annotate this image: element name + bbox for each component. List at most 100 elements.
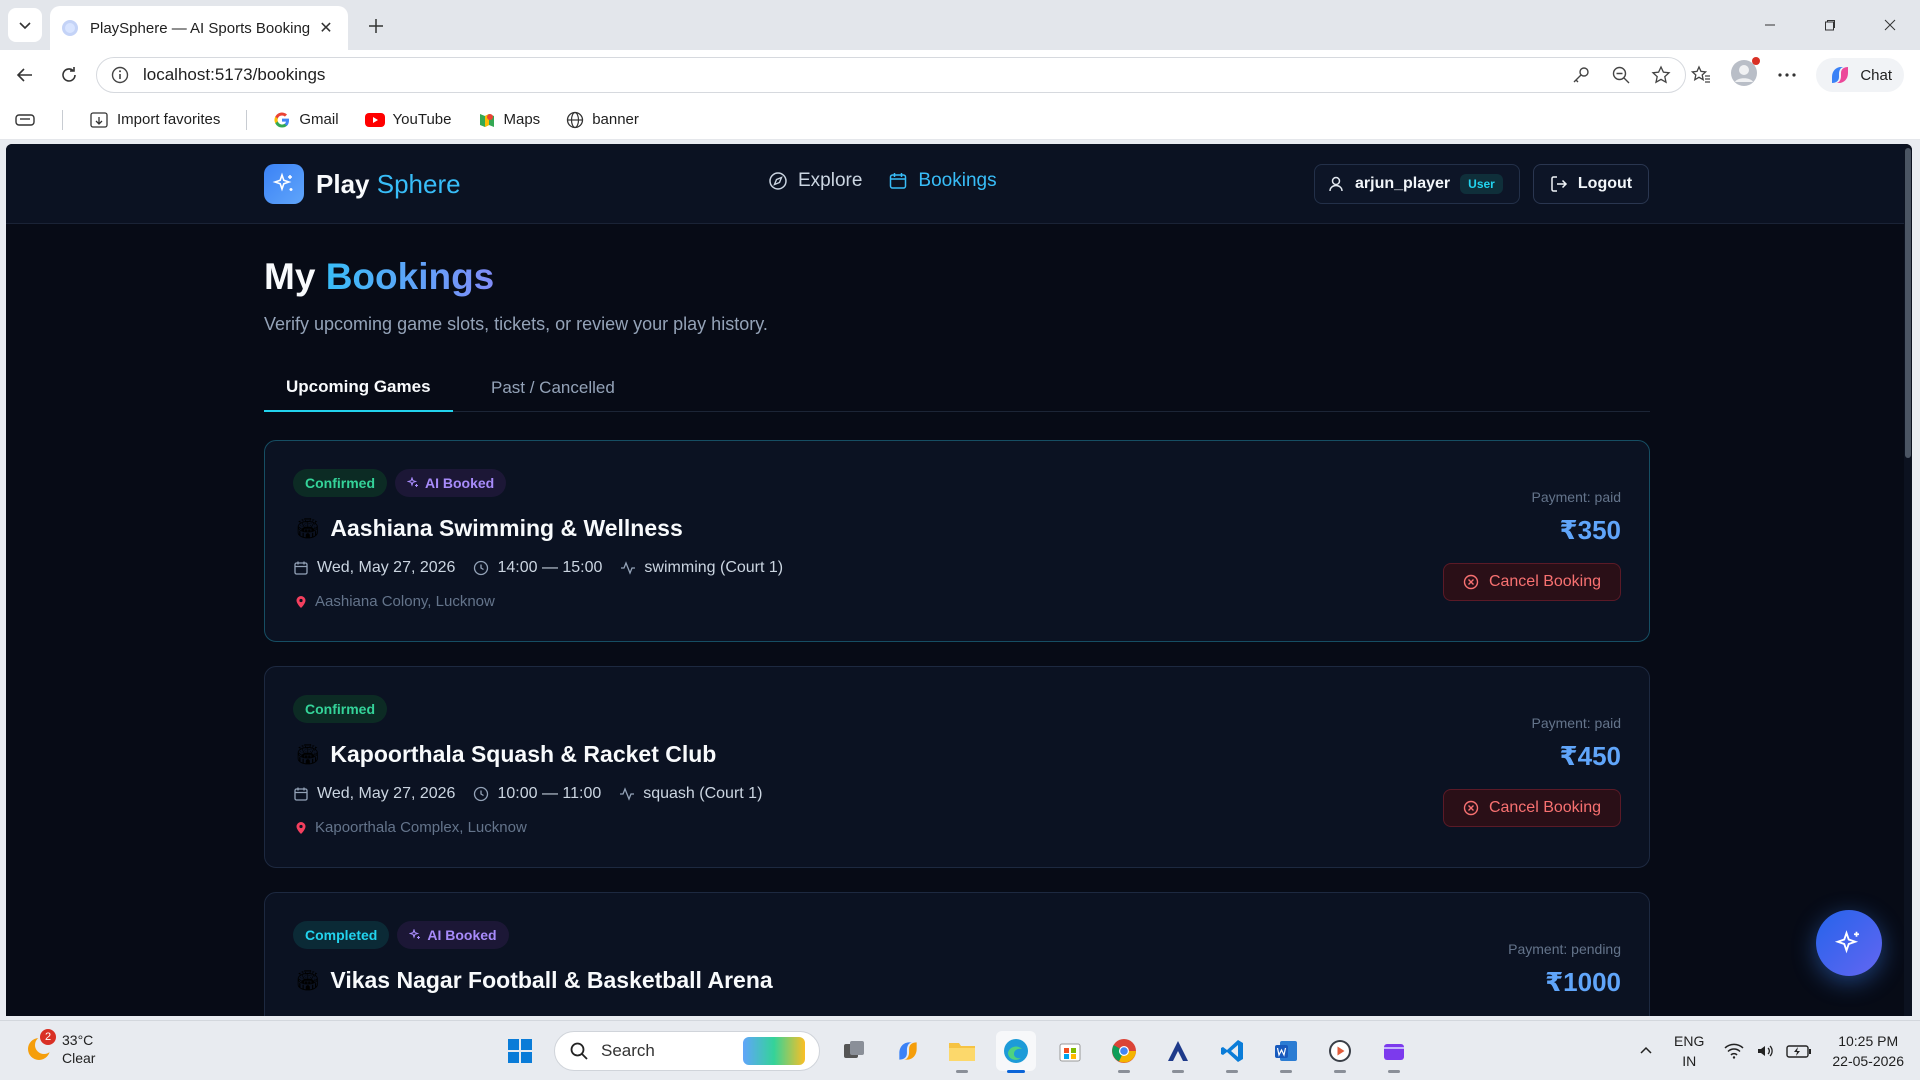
new-tab-button[interactable]: [362, 12, 390, 40]
chevron-down-icon: [19, 22, 31, 30]
browser-tab[interactable]: PlaySphere — AI Sports Booking ✕: [50, 6, 348, 50]
task-view-icon: [844, 1041, 864, 1058]
tab-actions-button[interactable]: [8, 8, 42, 42]
booking-sport: swimming (Court 1): [620, 559, 783, 577]
app-navbar: Play Sphere Explore Bookings arjun_playe…: [6, 144, 1904, 224]
reload-button[interactable]: [54, 60, 84, 90]
language-indicator[interactable]: ENG IN: [1674, 1031, 1704, 1071]
nav-explore[interactable]: Explore: [768, 170, 862, 192]
ai-booked-badge: AI Booked: [397, 921, 509, 949]
edge-browser-app[interactable]: [996, 1031, 1036, 1073]
page-subtitle: Verify upcoming game slots, tickets, or …: [264, 314, 768, 334]
restore-icon: [1825, 20, 1835, 31]
favorites-divider: [246, 109, 248, 130]
nav-label: Explore: [798, 170, 863, 191]
store-app[interactable]: [1050, 1031, 1090, 1071]
cancel-booking-button[interactable]: Cancel Booking: [1443, 563, 1621, 601]
payment-status: Payment: pending: [1508, 941, 1621, 957]
stadium-icon: 🏟: [295, 518, 321, 540]
import-icon: [90, 111, 108, 128]
close-window-button[interactable]: [1860, 0, 1920, 50]
star-icon[interactable]: [1651, 65, 1671, 85]
page-scrollbar[interactable]: [1904, 144, 1912, 1016]
ai-badge-label: AI Booked: [427, 927, 497, 943]
weather-widget[interactable]: 2 33°C Clear: [24, 1029, 95, 1067]
chrome-icon: [1112, 1039, 1136, 1063]
info-icon[interactable]: [111, 66, 129, 84]
windows-taskbar: 2 33°C Clear Search ENG IN 10:25 PM 22-0…: [0, 1020, 1920, 1080]
nav-bookings[interactable]: Bookings: [888, 170, 997, 192]
start-button[interactable]: [500, 1031, 540, 1071]
close-tab-icon[interactable]: ✕: [316, 18, 336, 38]
favorite-label: Import favorites: [117, 111, 221, 128]
vscode-app[interactable]: [1212, 1031, 1252, 1073]
favorites-icon[interactable]: [1690, 64, 1712, 86]
globe-icon: [567, 111, 584, 128]
video-editor-icon: [1384, 1044, 1404, 1060]
copilot-app[interactable]: [888, 1031, 928, 1071]
browser-toolbar: Chat: [1690, 56, 1920, 94]
ai-assistant-button[interactable]: [1816, 910, 1882, 976]
plus-icon: [369, 19, 383, 33]
chevron-up-icon[interactable]: [1638, 1043, 1654, 1059]
cancel-label: Cancel Booking: [1488, 799, 1602, 816]
status-badge: Confirmed: [293, 695, 387, 723]
favorite-import[interactable]: Import favorites: [89, 110, 220, 130]
tab-upcoming-games[interactable]: Upcoming Games: [264, 364, 453, 412]
google-icon: [274, 112, 290, 128]
copilot-chat-button[interactable]: Chat: [1816, 58, 1904, 92]
venue-title: 🏟 Vikas Nagar Football & Basketball Aren…: [295, 967, 773, 994]
word-app[interactable]: [1266, 1031, 1306, 1073]
cancel-booking-button[interactable]: Cancel Booking: [1443, 789, 1621, 827]
tray-status-icons[interactable]: [1724, 1043, 1812, 1059]
minimize-icon: [1765, 24, 1775, 26]
minimize-button[interactable]: [1740, 0, 1800, 50]
wifi-icon: [1724, 1043, 1744, 1059]
key-icon[interactable]: [1571, 65, 1591, 85]
tab-title: PlaySphere — AI Sports Booking: [90, 19, 311, 37]
user-role-badge: User: [1460, 174, 1503, 194]
tab-past-cancelled[interactable]: Past / Cancelled: [469, 364, 637, 412]
map-pin-icon: [296, 595, 306, 608]
booking-badges: Confirmed AI Booked: [293, 469, 507, 497]
taskbar-search[interactable]: Search: [554, 1031, 820, 1071]
sparkles-icon: [272, 172, 293, 192]
file-explorer-app[interactable]: [942, 1031, 982, 1073]
scrollbar-thumb[interactable]: [1905, 148, 1911, 458]
media-player-app[interactable]: [1320, 1031, 1360, 1073]
search-highlight-image: [743, 1037, 805, 1065]
back-button[interactable]: [10, 60, 40, 90]
system-tray: ENG IN 10:25 PM 22-05-2026: [1638, 1029, 1904, 1073]
more-options-icon[interactable]: [1776, 64, 1798, 86]
main-nav: Explore Bookings: [768, 170, 997, 192]
app-a-launcher[interactable]: [1158, 1031, 1198, 1073]
url-bar[interactable]: localhost:5173/bookings: [96, 57, 1686, 93]
favorite-youtube[interactable]: YouTube: [364, 111, 452, 128]
maps-icon: [479, 113, 494, 127]
store-icon: [1059, 1043, 1081, 1062]
profile-avatar[interactable]: [1730, 56, 1761, 92]
zoom-out-icon[interactable]: [1611, 65, 1631, 85]
booking-card: Confirmed 🏟 Kapoorthala Squash & Racket …: [264, 666, 1650, 868]
clock[interactable]: 10:25 PM 22-05-2026: [1832, 1031, 1904, 1071]
calendar-icon: [890, 173, 907, 189]
restore-button[interactable]: [1800, 0, 1860, 50]
sport-text: squash (Court 1): [643, 785, 763, 802]
url-text[interactable]: localhost:5173/bookings: [143, 65, 1571, 85]
windows-icon: [508, 1039, 532, 1063]
calendar-icon: [294, 787, 308, 801]
sport-text: swimming (Court 1): [644, 559, 784, 576]
collections-icon[interactable]: [14, 109, 36, 131]
booking-price: ₹450: [1559, 741, 1621, 771]
activity-icon: [620, 787, 635, 801]
user-menu[interactable]: arjun_player User: [1314, 164, 1520, 204]
favorite-maps[interactable]: Maps: [478, 111, 540, 129]
favorite-gmail[interactable]: Gmail: [273, 111, 339, 129]
clipchamp-app[interactable]: [1374, 1031, 1414, 1073]
brand-logo-link[interactable]: Play Sphere: [264, 164, 461, 204]
logout-button[interactable]: Logout: [1533, 164, 1649, 204]
favorite-banner[interactable]: banner: [566, 111, 639, 129]
booking-date: Wed, May 27, 2026: [293, 559, 455, 577]
task-view-button[interactable]: [834, 1031, 874, 1071]
chrome-app[interactable]: [1104, 1031, 1144, 1073]
